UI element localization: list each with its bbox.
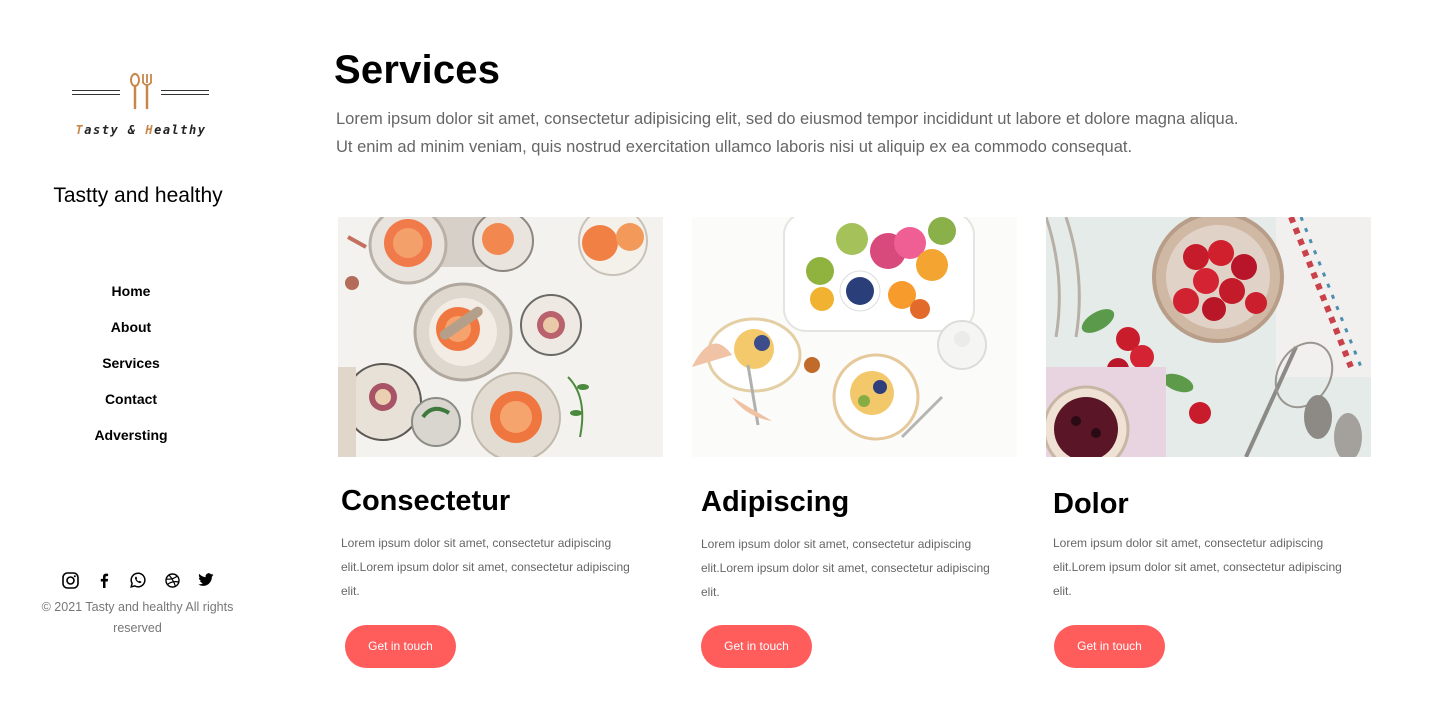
site-name: Tastty and healthy xyxy=(53,184,223,207)
intro-text: Lorem ipsum dolor sit amet, consectetur … xyxy=(336,105,1316,161)
nav-item-contact[interactable]: Contact xyxy=(0,389,262,425)
service-image-grapefruit-plates xyxy=(338,217,663,457)
facebook-icon[interactable] xyxy=(94,570,114,590)
copyright: © 2021 Tasty and healthy All rights rese… xyxy=(41,600,234,635)
get-in-touch-button[interactable]: Get in touch xyxy=(1054,625,1165,668)
service-image-fruit-platter xyxy=(692,217,1017,457)
card-text: Lorem ipsum dolor sit amet, consectetur … xyxy=(341,536,630,598)
logo-text-t: T xyxy=(75,123,85,137)
main-nav: Home About Services Contact Adversting xyxy=(0,281,262,461)
card-title: Consectetur xyxy=(341,485,511,517)
card-title: Dolor xyxy=(1053,488,1129,520)
twitter-icon[interactable] xyxy=(196,570,216,590)
logo-text-asty: asty & xyxy=(84,123,146,137)
social-links xyxy=(60,570,230,590)
nav-item-services[interactable]: Services xyxy=(0,353,262,389)
card-text: Lorem ipsum dolor sit amet, consectetur … xyxy=(701,537,990,599)
card-text: Lorem ipsum dolor sit amet, consectetur … xyxy=(1053,536,1342,598)
nav-item-home[interactable]: Home xyxy=(0,281,262,317)
whatsapp-icon[interactable] xyxy=(128,570,148,590)
dribbble-icon[interactable] xyxy=(162,570,182,590)
service-card: Dolor Lorem ipsum dolor sit amet, consec… xyxy=(1046,217,1371,668)
service-card: Adipiscing Lorem ipsum dolor sit amet, c… xyxy=(692,217,1017,668)
logo-line-left xyxy=(72,90,120,95)
nav-item-adversting[interactable]: Adversting xyxy=(0,425,262,461)
card-title: Adipiscing xyxy=(701,486,850,518)
service-image-cherries xyxy=(1046,217,1371,457)
sidebar: Tasty & Healthy Tastty and healthy Home … xyxy=(0,0,276,718)
fork-spoon-icon xyxy=(130,73,153,110)
services-section: Services Lorem ipsum dolor sit amet, con… xyxy=(334,0,1394,718)
logo-line-right xyxy=(161,90,209,95)
nav-item-about[interactable]: About xyxy=(0,317,262,353)
get-in-touch-button[interactable]: Get in touch xyxy=(701,625,812,668)
logo-text: Tasty & Healthy xyxy=(70,123,212,137)
instagram-icon[interactable] xyxy=(60,570,80,590)
get-in-touch-button[interactable]: Get in touch xyxy=(345,625,456,668)
logo[interactable]: Tasty & Healthy xyxy=(70,70,212,142)
logo-text-ealthy: ealthy xyxy=(154,123,207,137)
service-card: Consectetur Lorem ipsum dolor sit amet, … xyxy=(338,217,663,668)
page-title: Services xyxy=(334,48,501,92)
intro-line-1: Lorem ipsum dolor sit amet, consectetur … xyxy=(336,110,1239,128)
logo-text-h: H xyxy=(145,123,155,137)
intro-line-2: Ut enim ad minim veniam, quis nostrud ex… xyxy=(336,138,1133,156)
